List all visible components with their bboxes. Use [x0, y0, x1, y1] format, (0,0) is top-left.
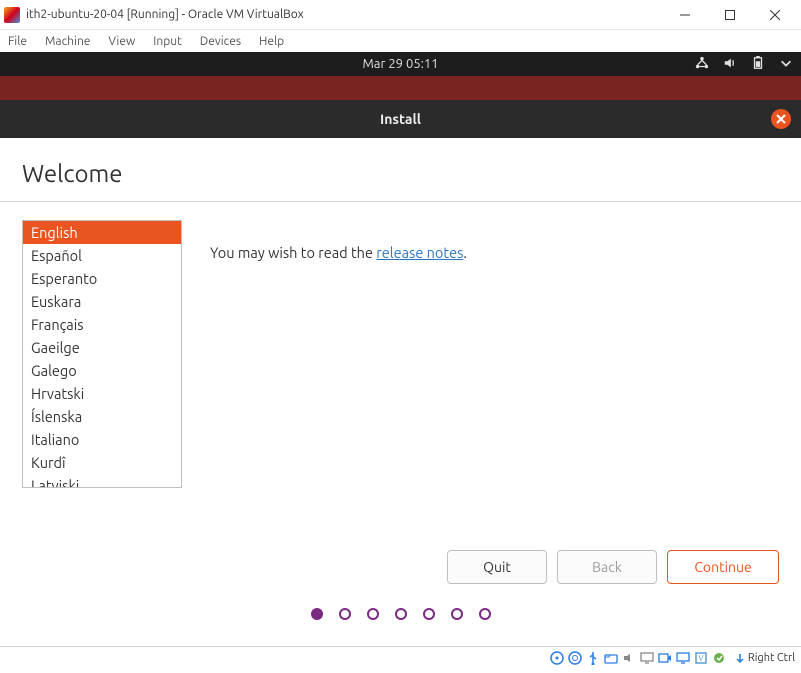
status-recording-icon[interactable] — [658, 650, 673, 665]
installer-body: Welcome EnglishEspañolEsperantoEuskaraFr… — [0, 138, 801, 646]
window-close-button[interactable] — [752, 1, 797, 29]
status-mouse-integration-icon[interactable] — [712, 650, 727, 665]
menu-file[interactable]: File — [8, 35, 27, 48]
status-hdd-icon[interactable] — [550, 650, 565, 665]
page-heading: Welcome — [0, 138, 801, 201]
button-row: Quit Back Continue — [0, 536, 801, 598]
status-audio-icon[interactable] — [622, 650, 637, 665]
back-button[interactable]: Back — [557, 550, 657, 584]
hostkey-label: Right Ctrl — [748, 652, 795, 664]
progress-dots — [0, 598, 801, 646]
menu-machine[interactable]: Machine — [45, 35, 90, 48]
chevron-down-icon[interactable] — [779, 56, 793, 73]
status-optical-icon[interactable] — [568, 650, 583, 665]
installer-close-button[interactable] — [771, 109, 791, 129]
language-item[interactable]: Kurdî — [23, 451, 181, 474]
language-item[interactable]: Hrvatski — [23, 382, 181, 405]
progress-dot — [311, 608, 323, 620]
window-minimize-button[interactable] — [662, 1, 707, 29]
language-item[interactable]: Latviski — [23, 474, 181, 488]
hostkey-indicator[interactable]: Right Ctrl — [734, 652, 795, 664]
vm-display: Mar 29 05:11 Install Welcome EnglishEspa… — [0, 52, 801, 646]
svg-text:V: V — [699, 654, 704, 663]
status-vboxguestadditions-icon[interactable]: V — [694, 650, 709, 665]
language-item[interactable]: Esperanto — [23, 267, 181, 290]
progress-dot — [423, 608, 435, 620]
menu-devices[interactable]: Devices — [200, 35, 241, 48]
description-text: You may wish to read the release notes. — [210, 220, 467, 536]
vbox-window-title: ith2-ubuntu-20-04 [Running] - Oracle VM … — [26, 8, 662, 21]
language-item[interactable]: Italiano — [23, 428, 181, 451]
menu-input[interactable]: Input — [153, 35, 182, 48]
vbox-titlebar: ith2-ubuntu-20-04 [Running] - Oracle VM … — [0, 0, 801, 30]
release-notes-link[interactable]: release notes — [376, 244, 463, 261]
battery-icon[interactable] — [751, 56, 765, 73]
continue-button[interactable]: Continue — [667, 550, 779, 584]
vbox-menubar: File Machine View Input Devices Help — [0, 30, 801, 52]
status-shared-folders-icon[interactable] — [604, 650, 619, 665]
language-item[interactable]: Galego — [23, 359, 181, 382]
progress-dot — [451, 608, 463, 620]
window-maximize-button[interactable] — [707, 1, 752, 29]
progress-dot — [395, 608, 407, 620]
progress-dot — [479, 608, 491, 620]
desc-prefix: You may wish to read the — [210, 244, 376, 261]
network-icon[interactable] — [695, 56, 709, 73]
status-display2-icon[interactable] — [676, 650, 691, 665]
volume-icon[interactable] — [723, 56, 737, 73]
language-list[interactable]: EnglishEspañolEsperantoEuskaraFrançaisGa… — [22, 220, 182, 488]
installer-titlebar: Install — [0, 100, 801, 138]
status-usb-icon[interactable] — [586, 650, 601, 665]
menu-help[interactable]: Help — [259, 35, 284, 48]
language-item[interactable]: Gaeilge — [23, 336, 181, 359]
language-item[interactable]: Français — [23, 313, 181, 336]
accent-strip — [0, 76, 801, 100]
desc-suffix: . — [463, 244, 467, 261]
ubuntu-top-panel: Mar 29 05:11 — [0, 52, 801, 76]
clock-label[interactable]: Mar 29 05:11 — [362, 57, 438, 71]
status-display-icon[interactable] — [640, 650, 655, 665]
language-item[interactable]: Íslenska — [23, 405, 181, 428]
progress-dot — [339, 608, 351, 620]
progress-dot — [367, 608, 379, 620]
quit-button[interactable]: Quit — [447, 550, 547, 584]
language-item[interactable]: English — [23, 221, 181, 244]
language-item[interactable]: Español — [23, 244, 181, 267]
language-item[interactable]: Euskara — [23, 290, 181, 313]
system-indicators[interactable] — [695, 56, 793, 73]
vbox-app-icon — [4, 7, 20, 23]
menu-view[interactable]: View — [108, 35, 135, 48]
installer-title: Install — [380, 111, 421, 127]
vbox-statusbar: V Right Ctrl — [0, 646, 801, 668]
